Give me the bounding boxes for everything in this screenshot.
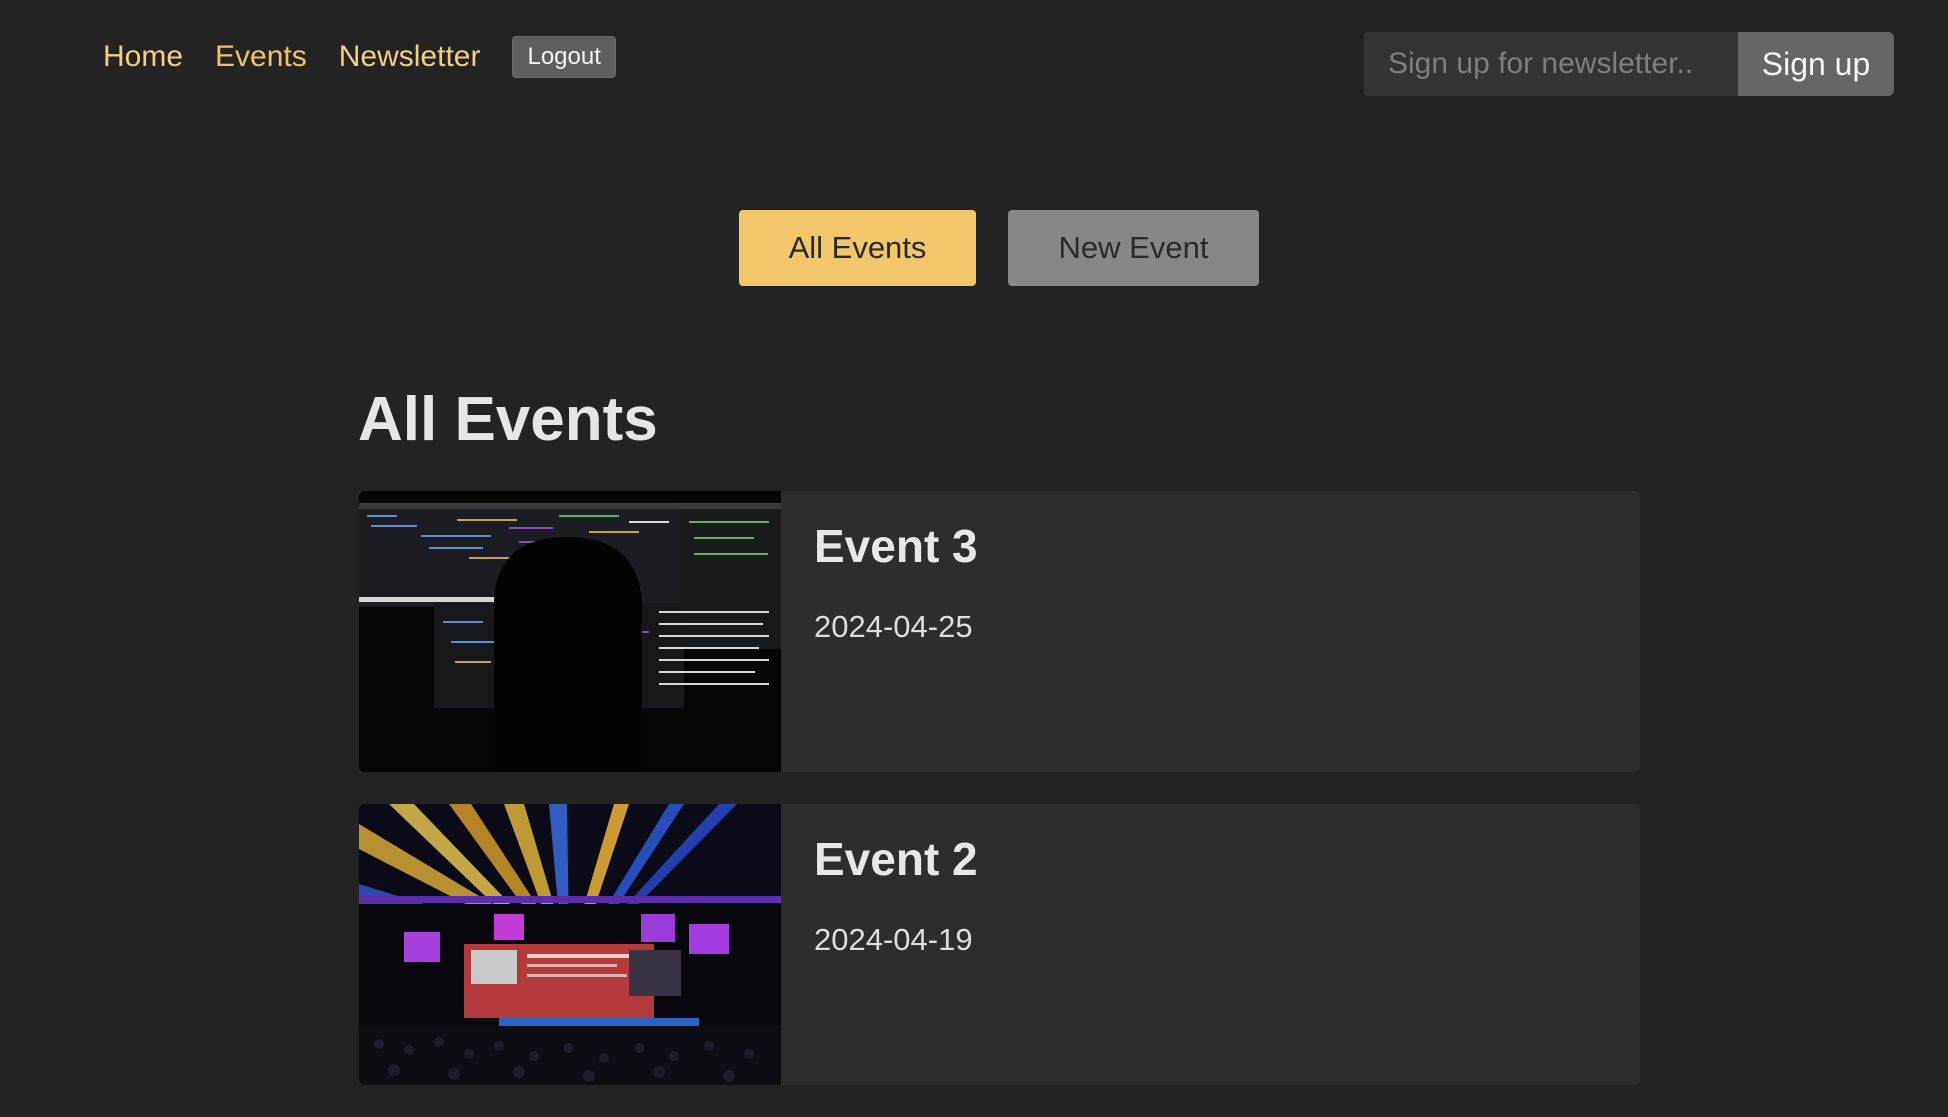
event-title: Event 3 (814, 520, 978, 572)
coding-screens-image (359, 491, 781, 772)
event-date: 2024-04-19 (814, 922, 973, 957)
all-events-tab[interactable]: All Events (739, 210, 976, 286)
newsletter-email-input[interactable] (1364, 32, 1738, 96)
new-event-tab[interactable]: New Event (1008, 210, 1259, 286)
nav-home-link[interactable]: Home (103, 40, 183, 74)
event-card[interactable]: Event 2 2024-04-19 (359, 804, 1640, 1085)
event-details: Event 3 2024-04-25 (781, 491, 1011, 772)
event-details: Event 2 2024-04-19 (781, 804, 1011, 1085)
event-date: 2024-04-25 (814, 609, 973, 644)
logout-button[interactable]: Logout (512, 36, 616, 78)
conference-stage-image (359, 804, 781, 1085)
event-tabs: All Events New Event (739, 210, 1259, 286)
main-nav: Home Events Newsletter Logout (103, 36, 616, 78)
newsletter-signup-button[interactable]: Sign up (1738, 32, 1894, 96)
event-title: Event 2 (814, 833, 978, 885)
nav-events-link[interactable]: Events (215, 40, 307, 74)
event-card[interactable]: Event 3 2024-04-25 (359, 491, 1640, 772)
event-list: Event 3 2024-04-25 Event 2 2024-04-19 (359, 491, 1640, 1117)
page-title: All Events (358, 385, 658, 454)
nav-newsletter-link[interactable]: Newsletter (339, 40, 481, 74)
newsletter-signup-form: Sign up (1364, 32, 1894, 96)
